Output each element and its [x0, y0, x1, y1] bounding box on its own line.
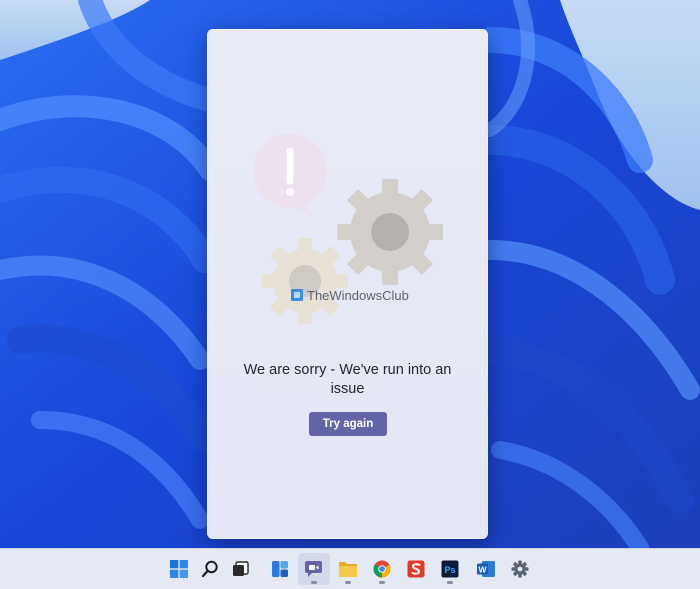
widgets-icon [272, 561, 288, 577]
error-dialog: TheWindowsClub We are sorry - We've run … [207, 29, 488, 539]
chrome-button[interactable] [366, 553, 398, 585]
chrome-icon [373, 560, 391, 578]
snagit-button[interactable] [400, 553, 432, 585]
watermark-text: TheWindowsClub [307, 287, 409, 303]
windows-start-icon [170, 560, 188, 578]
error-message: We are sorry - We've run into an issue [243, 362, 452, 397]
snagit-icon [407, 560, 425, 578]
running-indicator [379, 581, 385, 584]
teams-chat-icon [305, 561, 322, 577]
settings-icon [511, 560, 529, 578]
photoshop-label: Ps [444, 565, 455, 575]
search-icon [201, 560, 218, 578]
watermark-logo-icon [291, 289, 303, 301]
gear-small-icon [262, 238, 348, 324]
start-button[interactable] [163, 553, 195, 585]
settings-button[interactable] [504, 553, 536, 585]
gear-large-icon [337, 179, 443, 285]
widgets-button[interactable] [264, 553, 296, 585]
watermark: TheWindowsClub [291, 286, 409, 304]
file-explorer-button[interactable] [332, 553, 364, 585]
search-button[interactable] [194, 553, 226, 585]
teams-chat-button[interactable] [298, 553, 330, 585]
task-view-icon [233, 561, 249, 576]
word-label: W [478, 564, 487, 574]
taskbar: Ps W [0, 548, 700, 589]
word-button[interactable]: W [470, 553, 502, 585]
try-again-button[interactable]: Try again [309, 412, 387, 436]
file-explorer-icon [339, 561, 357, 577]
running-indicator [447, 581, 453, 584]
photoshop-icon: Ps [441, 560, 459, 578]
active-indicator [311, 581, 317, 584]
running-indicator [345, 581, 351, 584]
word-icon: W [477, 561, 495, 577]
alert-bubble-icon [253, 134, 327, 217]
photoshop-button[interactable]: Ps [434, 553, 466, 585]
task-view-button[interactable] [225, 553, 257, 585]
